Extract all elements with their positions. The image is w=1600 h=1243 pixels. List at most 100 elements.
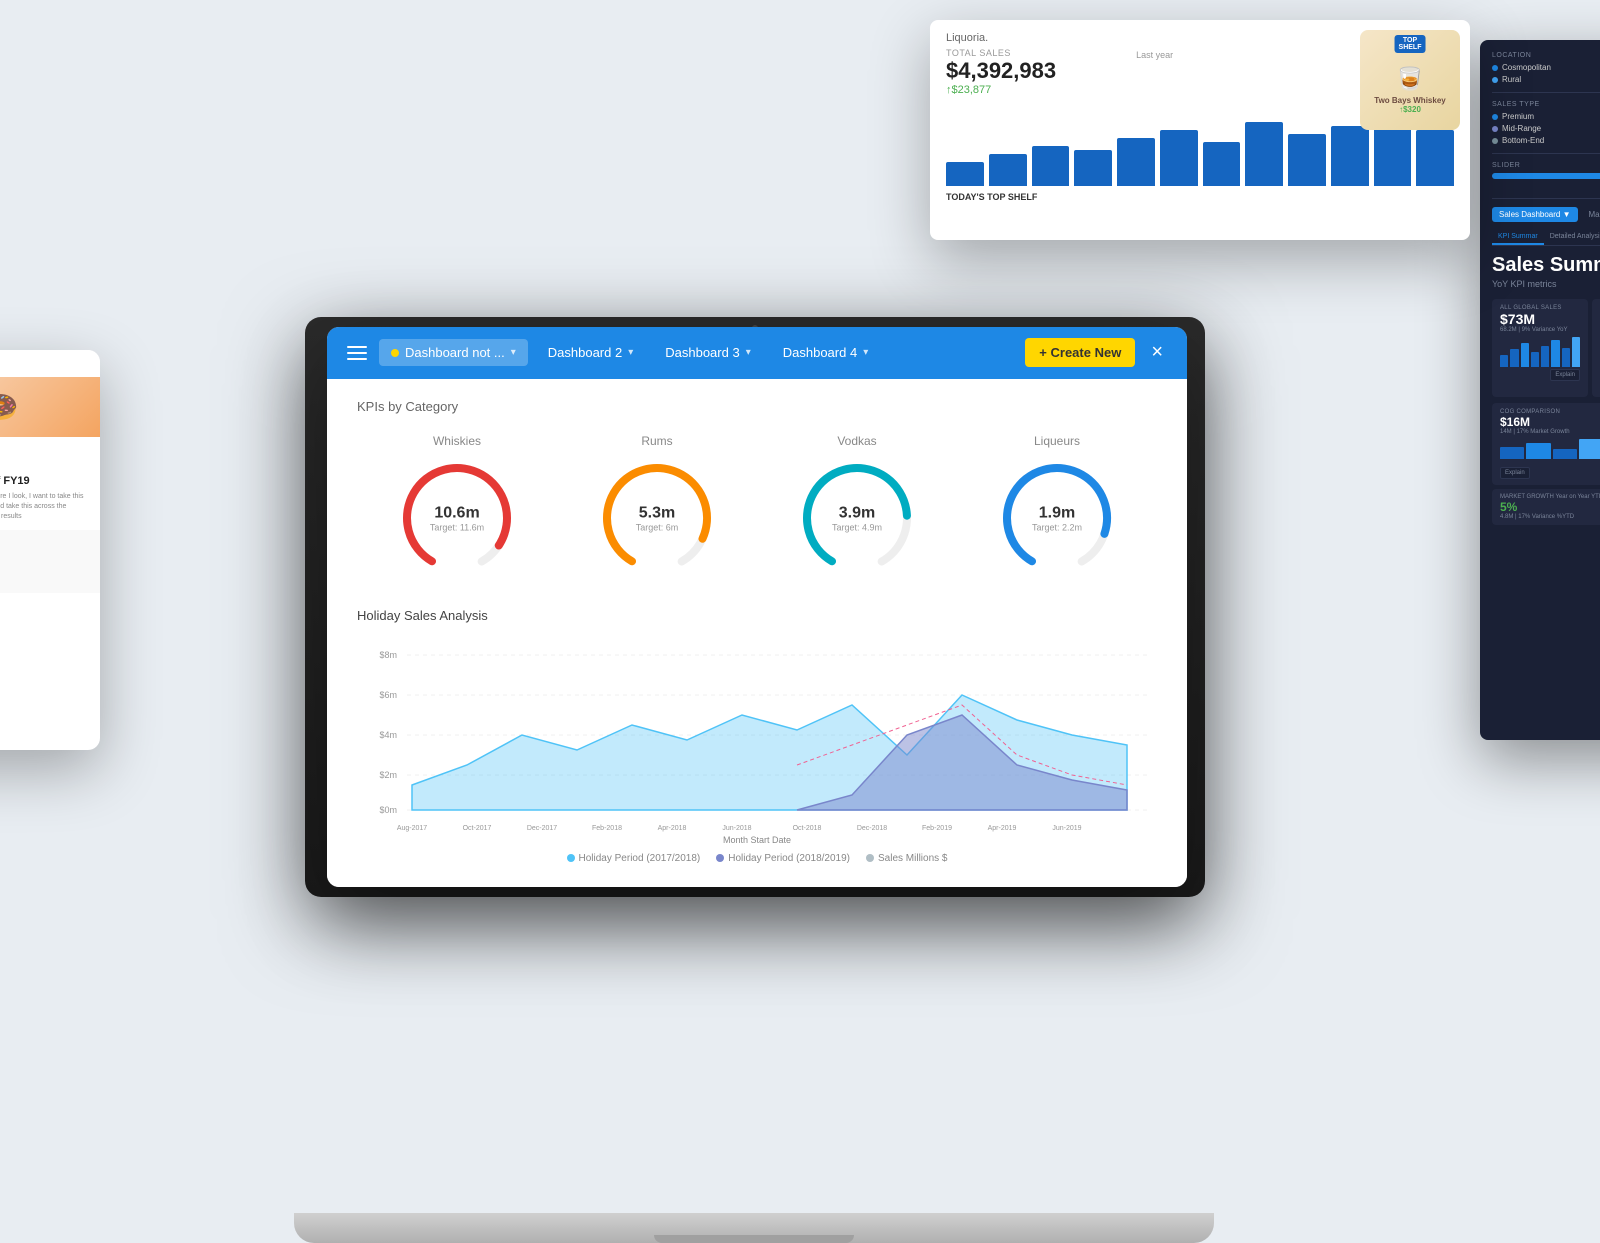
- gauge-center-3: 1.9m Target: 2.2m: [1032, 503, 1082, 532]
- svg-text:Dec-2017: Dec-2017: [527, 825, 557, 832]
- location-cosmopolitan: Cosmopolitan $234,957 ↑$23,877: [1492, 63, 1600, 72]
- stat-row: MARKET GROWTH Year on Year YTD 5% 4.8M |…: [1492, 489, 1600, 525]
- location-rural: Rural $78,772 -$12: [1492, 75, 1600, 84]
- gauge-center-2: 3.9m Target: 4.9m: [832, 503, 882, 532]
- kpi-item-rums: Rums 5.3m Target: 6m: [597, 434, 717, 578]
- gauge-target-3: Target: 2.2m: [1032, 522, 1082, 532]
- svg-text:$0m: $0m: [379, 805, 397, 815]
- tab4-chevron: ▾: [863, 347, 868, 358]
- kpi-global-sales: ALL GLOBAL SALES $73M 68.2M | 9% Varianc…: [1492, 299, 1588, 397]
- slider[interactable]: [1492, 173, 1600, 179]
- sales-midrange: Mid-Range $65,772.23: [1492, 124, 1600, 133]
- tab-dashboard-not[interactable]: Dashboard not ... ▾: [379, 339, 528, 366]
- tab-dashboard-2[interactable]: Dashboard 2 ▾: [536, 339, 645, 366]
- location-label: LOCATION: [1492, 52, 1600, 59]
- social-feed-card: ← back on ★ 💬↗ 🍩 #back on ▲36 • 🔥 99 I l…: [0, 350, 100, 750]
- product-change: ↑$320: [1374, 105, 1445, 114]
- social-header: ← back on ★ 💬↗: [0, 350, 100, 377]
- chart-area: $8m $6m $4m $2m $0m Aug-2017 Oct-2017 De…: [357, 635, 1157, 835]
- svg-text:Apr-2018: Apr-2018: [658, 825, 687, 832]
- legend-item-3: Sales Millions $: [866, 853, 947, 864]
- area-chart-svg: $8m $6m $4m $2m $0m Aug-2017 Oct-2017 De…: [357, 635, 1157, 835]
- hamburger-menu[interactable]: [343, 342, 371, 364]
- laptop-notch: [654, 1235, 854, 1243]
- detailed-analysis-tab[interactable]: Detailed Analysis: [1544, 230, 1600, 245]
- cog-comparison: COG COMPARISON $16M 14M | 17% Market Gro…: [1492, 403, 1600, 485]
- svg-text:Feb-2018: Feb-2018: [592, 825, 622, 832]
- explain-btn-4[interactable]: Explain: [1500, 467, 1530, 479]
- kpi-item-vodkas: Vodkas 3.9m Target: 4.9m: [797, 434, 917, 578]
- chart-legend: Holiday Period (2017/2018) Holiday Perio…: [357, 853, 1157, 864]
- whiskey-product: TOP SHELF 🥃 Two Bays Whiskey ↑$320: [1360, 30, 1460, 130]
- legend-label-1: Holiday Period (2017/2018): [579, 853, 701, 864]
- sales-dashboard-tab[interactable]: Sales Dashboard ▼: [1492, 207, 1578, 222]
- kpi-name-1: Rums: [641, 434, 672, 448]
- tab2-chevron: ▾: [628, 347, 633, 358]
- gauge-2: 3.9m Target: 4.9m: [797, 458, 917, 578]
- social-title: I look back at half FY19: [0, 474, 92, 488]
- gauge-target-2: Target: 4.9m: [832, 522, 882, 532]
- svg-text:$4m: $4m: [379, 730, 397, 740]
- sales-summary-sub: YoY KPI metrics: [1492, 279, 1600, 289]
- kpi-sales-indicator: ALL SALES INDICATOR $48M 51.3M | 13.5% V…: [1592, 299, 1600, 397]
- social-text: What a year it has been. Before I look, …: [0, 492, 92, 521]
- dark-dashboard-card: LOCATION Cosmopolitan $234,957 ↑$23,877 …: [1480, 40, 1600, 740]
- sales-change: ↑$23,877: [946, 84, 1056, 96]
- gauge-center-0: 10.6m Target: 11.6m: [430, 503, 484, 532]
- tab-dashboard-3[interactable]: Dashboard 3 ▾: [653, 339, 762, 366]
- svg-text:Jun-2018: Jun-2018: [722, 825, 751, 832]
- tab3-label: Dashboard 3: [665, 345, 739, 360]
- marketing-web-tab[interactable]: Marketing & Web ▼: [1582, 207, 1600, 222]
- svg-text:Aug-2017: Aug-2017: [397, 825, 427, 832]
- social-body: #back on ▲36 • 🔥 99 I look back at half …: [0, 437, 100, 530]
- today-label: TODAY'S TOP SHELF: [946, 192, 1454, 202]
- global-sales-chart: [1500, 337, 1580, 367]
- create-new-button[interactable]: + Create New: [1025, 338, 1135, 367]
- market-growth-stat: MARKET GROWTH Year on Year YTD 5% 4.8M |…: [1492, 489, 1600, 525]
- close-button[interactable]: ×: [1143, 337, 1171, 368]
- kpi-item-liqueurs: Liqueurs 1.9m Target: 2.2m: [997, 434, 1117, 578]
- cog-chart: [1500, 439, 1600, 459]
- sales-bottomend: Bottom-End $121,864.09: [1492, 136, 1600, 145]
- social-image: 🍩: [0, 377, 100, 437]
- kpi-summary-tab[interactable]: KPI Summar: [1492, 230, 1544, 245]
- gauge-value-1: 5.3m: [636, 503, 679, 522]
- whiskey-badge: TOP SHELF: [1395, 35, 1426, 53]
- kpi-item-whiskies: Whiskies 10.6m Target: 11.6m: [397, 434, 517, 578]
- kpi-cards-row: ALL GLOBAL SALES $73M 68.2M | 9% Varianc…: [1492, 299, 1600, 397]
- chart-title: Holiday Sales Analysis: [357, 608, 1157, 623]
- main-content: KPIs by Category Whiskies 10.6m Target: …: [327, 379, 1187, 887]
- gauge-center-1: 5.3m Target: 6m: [636, 503, 679, 532]
- bottom-cards-row: COG COMPARISON $16M 14M | 17% Market Gro…: [1492, 403, 1600, 485]
- tab2-label: Dashboard 2: [548, 345, 622, 360]
- gauge-1: 5.3m Target: 6m: [597, 458, 717, 578]
- svg-text:Apr-2019: Apr-2019: [988, 825, 1017, 832]
- tab3-chevron: ▾: [746, 347, 751, 358]
- tab1-chevron: ▾: [511, 347, 516, 358]
- gauge-value-2: 3.9m: [832, 503, 882, 522]
- gauge-0: 10.6m Target: 11.6m: [397, 458, 517, 578]
- tab-dashboard-4[interactable]: Dashboard 4 ▾: [771, 339, 880, 366]
- sales-amount: $4,392,983: [946, 58, 1056, 84]
- social-chart: [0, 530, 100, 593]
- chart-section: Holiday Sales Analysis $8m $6m $4m $2m $…: [357, 608, 1157, 864]
- kpi-name-0: Whiskies: [433, 434, 481, 448]
- gauge-target-0: Target: 11.6m: [430, 522, 484, 532]
- sales-bar-card: Liquoria. TOTAL SALES $4,392,983 ↑$23,87…: [930, 20, 1470, 240]
- kpi-row: Whiskies 10.6m Target: 11.6m Rums: [357, 434, 1157, 578]
- svg-text:$8m: $8m: [379, 650, 397, 660]
- tab1-label: Dashboard not ...: [405, 345, 505, 360]
- tab4-label: Dashboard 4: [783, 345, 857, 360]
- laptop-base: [294, 1213, 1214, 1243]
- kpi-name-3: Liqueurs: [1034, 434, 1080, 448]
- legend-label-3: Sales Millions $: [878, 853, 947, 864]
- svg-text:Feb-2019: Feb-2019: [922, 825, 952, 832]
- total-sales-label: TOTAL SALES: [946, 48, 1056, 58]
- svg-text:$6m: $6m: [379, 690, 397, 700]
- sales-summary-title: Sales Summary: [1492, 254, 1600, 277]
- explain-btn-1[interactable]: Explain: [1550, 369, 1580, 381]
- slider-label: SLIDER: [1492, 162, 1600, 169]
- gauge-target-1: Target: 6m: [636, 522, 679, 532]
- svg-text:Oct-2018: Oct-2018: [793, 825, 822, 832]
- navbar: Dashboard not ... ▾ Dashboard 2 ▾ Dashbo…: [327, 327, 1187, 379]
